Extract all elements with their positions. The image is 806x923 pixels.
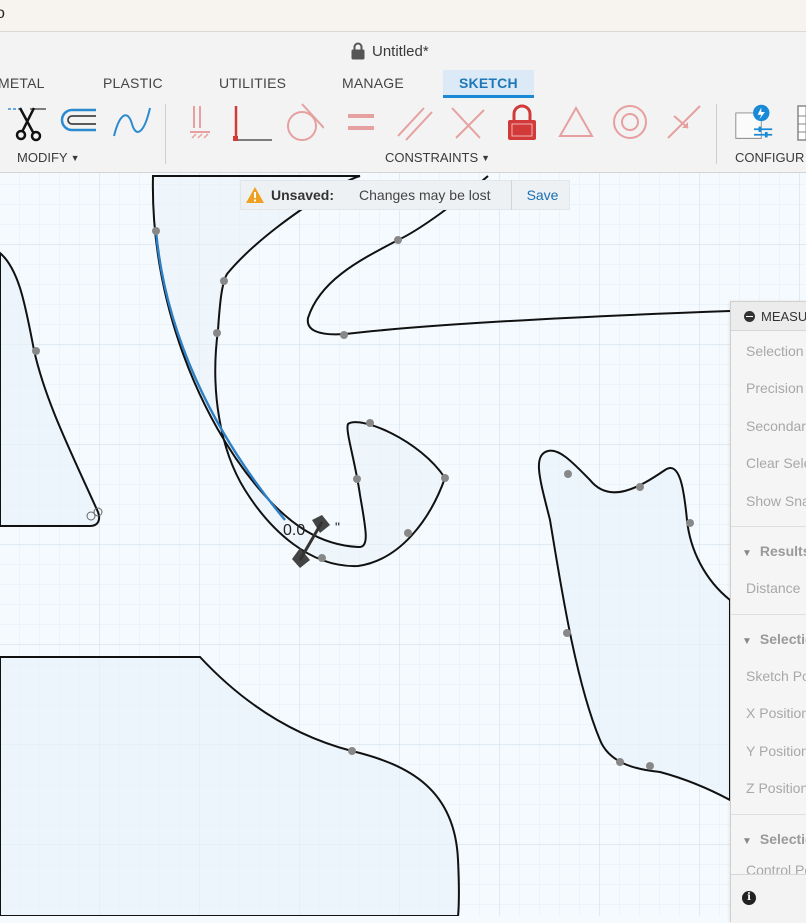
sketch-point[interactable] (366, 419, 374, 427)
toolbar-separator (716, 104, 717, 164)
tab-utilities[interactable]: UTILITIES (219, 70, 286, 96)
parallel-icon[interactable] (394, 102, 434, 142)
save-button[interactable]: Save (527, 187, 559, 203)
control-points-row: Control Po (746, 862, 806, 874)
sketch-point-row: Sketch Po (746, 668, 806, 684)
offset-icon[interactable] (58, 102, 98, 142)
sketch-point[interactable] (220, 277, 228, 285)
ribbon-toolbar: MODIFY ▼ CONSTRAINTS ▼ CONFIGUR (0, 98, 806, 173)
fix-constraint-icon[interactable] (184, 102, 224, 142)
equal-icon[interactable] (340, 102, 380, 142)
spline-icon[interactable] (112, 102, 152, 142)
unsaved-label: Unsaved: (271, 187, 335, 203)
lock-constraint-icon[interactable] (502, 102, 542, 142)
measure-panel-title: MEASU (761, 308, 806, 324)
tab-sketch[interactable]: SKETCH (443, 70, 534, 98)
collapse-triangle-icon: ▼ (742, 636, 752, 647)
dimension-text: 0.0 (283, 522, 305, 539)
collapse-icon[interactable] (744, 310, 755, 322)
configure-icon[interactable] (734, 102, 774, 142)
sketch-point[interactable] (686, 519, 694, 527)
sketch-point[interactable] (441, 474, 449, 482)
collinear-icon[interactable] (448, 102, 488, 142)
sketch-point[interactable] (32, 347, 40, 355)
sketch-point[interactable] (340, 331, 348, 339)
sketch-point[interactable] (213, 329, 221, 337)
unsaved-message: Changes may be lost (359, 187, 491, 203)
secondary-row[interactable]: Secondary (746, 418, 806, 434)
clear-selection-row[interactable]: Clear Sele (746, 455, 806, 471)
symmetry-icon[interactable] (556, 102, 596, 142)
selection-row[interactable]: Selection (746, 343, 804, 359)
sketch-point[interactable] (564, 470, 572, 478)
tab-manage[interactable]: MANAGE (342, 70, 404, 96)
sketch-point[interactable] (563, 629, 571, 637)
trim-icon[interactable] (8, 102, 48, 142)
y-position-row: Y Position (746, 743, 806, 759)
sketch-canvas[interactable]: 0.0 " (0, 173, 806, 916)
perpendicular-icon[interactable] (232, 102, 272, 142)
tab-plastic[interactable]: PLASTIC (103, 70, 163, 96)
x-position-row: X Position (746, 705, 806, 721)
top-strip: o (0, 0, 806, 32)
configure-group-label[interactable]: CONFIGUR (735, 150, 804, 165)
concentric-icon[interactable] (610, 102, 650, 142)
sketch-point[interactable] (348, 747, 356, 755)
dimension-unit: " (335, 519, 340, 535)
sketch-point[interactable] (152, 227, 160, 235)
collapse-triangle-icon: ▼ (742, 836, 752, 847)
collapse-triangle-icon: ▼ (742, 548, 752, 559)
selection-section-2[interactable]: ▼Selectio (731, 814, 806, 851)
document-title-text: Untitled* (372, 42, 429, 60)
title-bar: Untitled* (0, 32, 806, 70)
measure-panel-header[interactable]: MEASU (731, 302, 806, 331)
sketch-point[interactable] (404, 529, 412, 537)
table-icon[interactable] (786, 102, 806, 142)
sketch-point[interactable] (318, 554, 326, 562)
sketch-point[interactable] (636, 483, 644, 491)
unsaved-notification: Unsaved: Changes may be lost Save (240, 180, 570, 210)
document-title: Untitled* (350, 42, 429, 60)
results-section[interactable]: ▼ Results (731, 526, 806, 563)
selection-section[interactable]: ▼Selectio (731, 614, 806, 651)
info-icon[interactable]: i (742, 891, 756, 905)
sketch-point[interactable] (616, 758, 624, 766)
toolbar-separator (165, 104, 166, 164)
show-snap-row[interactable]: Show Snap (746, 493, 806, 509)
distance-row: Distance (746, 580, 801, 596)
sketch-point[interactable] (353, 475, 361, 483)
z-position-row: Z Position (746, 780, 806, 796)
constraints-group-label[interactable]: CONSTRAINTS ▼ (385, 150, 490, 165)
warning-icon (246, 187, 264, 203)
ribbon-tabs: METAL PLASTIC UTILITIES MANAGE SKETCH (0, 70, 806, 98)
notification-separator (510, 180, 512, 210)
sketch-point[interactable] (646, 762, 654, 770)
lock-icon (351, 42, 365, 60)
sketch-point[interactable] (394, 236, 402, 244)
precision-row[interactable]: Precision (746, 380, 804, 396)
tab-metal[interactable]: METAL (0, 70, 45, 96)
top-strip-glyph: o (0, 5, 5, 22)
tangent-icon[interactable] (284, 102, 324, 142)
midpoint-icon[interactable] (664, 102, 704, 142)
measure-panel: MEASU Selection Precision Secondary Clea… (730, 301, 806, 923)
modify-group-label[interactable]: MODIFY ▼ (17, 150, 79, 165)
